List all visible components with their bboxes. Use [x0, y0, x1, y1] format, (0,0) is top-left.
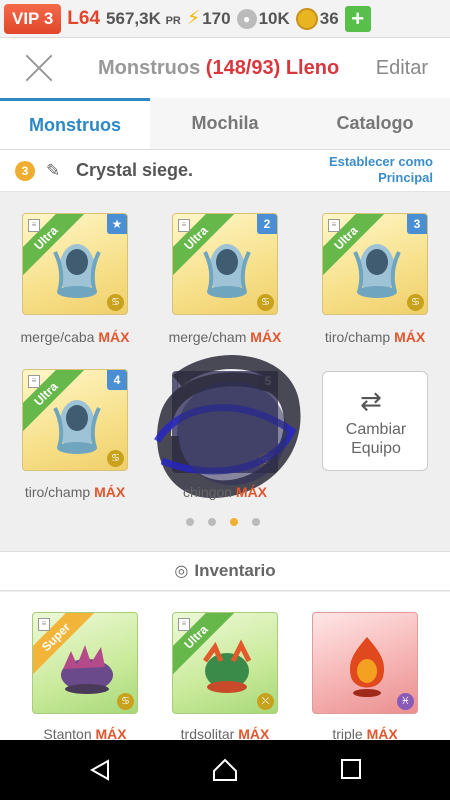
element-icon: ♋: [407, 294, 424, 311]
tag-icon: ≡: [328, 219, 340, 232]
tab-catalogo[interactable]: Catalogo: [300, 98, 450, 149]
coin-icon: [295, 7, 318, 30]
swap-team-button[interactable]: ⇄ Cambiar Equipo: [322, 371, 428, 471]
inventory-monster-card[interactable]: Super ≡ ♋: [32, 612, 138, 714]
recents-icon[interactable]: [340, 758, 362, 780]
element-icon: ♋: [107, 450, 124, 467]
monster-label: merge/caba MÁX: [20, 329, 130, 345]
monster-image: [61, 645, 113, 694]
monster-card[interactable]: Ultra ≡ 3 ♋: [322, 213, 428, 315]
paw-icon: ●: [236, 8, 257, 29]
inventory-header: ◎ Inventario: [0, 551, 450, 591]
team-number-badge: 3: [15, 161, 35, 181]
tab-mochila[interactable]: Mochila: [150, 98, 300, 149]
tab-bar: Monstruos Mochila Catalogo: [0, 98, 450, 150]
slot-number-badge: 4: [107, 370, 127, 390]
edit-button[interactable]: Editar: [376, 57, 428, 80]
monster-face-icon: ◎: [174, 563, 189, 580]
power-rating: 567,3K PR: [106, 8, 181, 28]
monster-image: [53, 244, 101, 298]
food-counter: ● 10K: [236, 8, 290, 29]
swap-label-line1: Cambiar: [345, 421, 407, 438]
inventory-list: Super ≡ ♋ Stanton MÁX Ultra ≡ ⛌ trdsolit…: [0, 592, 450, 742]
page-dot[interactable]: [252, 518, 260, 526]
monster-label: chingon MÁX: [182, 484, 268, 500]
monster-card[interactable]: Ultra ≡ 4 ♋: [22, 369, 128, 471]
page-dot[interactable]: [208, 518, 216, 526]
resource-bar: VIP 3 L64 567,3K PR ⚡ 170 ● 10K 36 +: [0, 0, 450, 38]
tag-icon: ≡: [28, 375, 40, 388]
slot-number-badge: 2: [257, 214, 277, 234]
page-dot-active[interactable]: [230, 518, 238, 526]
monster-image: [202, 639, 252, 693]
team-grid: Ultra ≡ ★ ♋ merge/caba MÁX Ultra ≡ 2 ♋ m…: [0, 193, 450, 551]
page-dot[interactable]: [186, 518, 194, 526]
back-icon[interactable]: [88, 758, 112, 782]
element-icon: ♓: [397, 693, 414, 710]
monster-image: [53, 400, 101, 454]
bolt-icon: ⚡: [186, 8, 201, 29]
set-main-team-button[interactable]: Establecer como Principal: [303, 154, 433, 186]
page-title: Monstruos (148/93) Lleno: [98, 57, 340, 79]
pencil-icon[interactable]: ✎: [46, 161, 60, 181]
monster-image: [349, 637, 385, 697]
monster-card[interactable]: Ultra ≡ ★ ♋: [22, 213, 128, 315]
monster-card[interactable]: Ultra ≡ 2 ♋: [172, 213, 278, 315]
page-header: Monstruos (148/93) Lleno Editar: [0, 38, 450, 98]
tag-icon: ≡: [178, 219, 190, 232]
monster-label: tiro/champ MÁX: [324, 329, 426, 345]
element-icon: ⛌: [257, 693, 274, 710]
energy-counter: ⚡ 170: [186, 8, 231, 29]
element-icon: ♋: [117, 693, 134, 710]
player-level: L64: [67, 7, 101, 29]
tag-icon: ≡: [178, 618, 190, 631]
add-currency-button[interactable]: +: [344, 5, 371, 32]
home-icon[interactable]: [212, 758, 238, 782]
page-indicator: [186, 518, 260, 526]
close-icon[interactable]: [24, 53, 54, 83]
inventory-monster-card[interactable]: Ultra ≡ ⛌: [172, 612, 278, 714]
swap-arrows-icon: ⇄: [360, 386, 382, 416]
coin-counter: 36: [295, 7, 339, 30]
tag-icon: ≡: [28, 219, 40, 232]
inventory-title: Inventario: [194, 561, 276, 580]
tag-icon: ≡: [38, 618, 50, 631]
system-nav-bar: [0, 740, 450, 800]
element-icon: ♋: [107, 294, 124, 311]
monster-label: tiro/champ MÁX: [24, 484, 126, 500]
monster-image: [353, 244, 401, 298]
slot-number-badge: 3: [407, 214, 427, 234]
monster-count: (148/93): [205, 57, 281, 79]
team-header: 3 ✎ Crystal siege. Establecer como Princ…: [0, 150, 450, 192]
monster-image: [203, 244, 251, 298]
vip-badge[interactable]: VIP 3: [4, 3, 62, 34]
inventory-monster-card[interactable]: ♓: [312, 612, 418, 714]
team-name[interactable]: Crystal siege.: [76, 160, 193, 181]
element-icon: ♋: [257, 294, 274, 311]
leader-star-icon: ★: [107, 214, 127, 234]
tab-monstruos[interactable]: Monstruos: [0, 98, 150, 149]
storage-status: Lleno: [285, 57, 340, 79]
swap-label-line2: Equipo: [351, 440, 401, 457]
